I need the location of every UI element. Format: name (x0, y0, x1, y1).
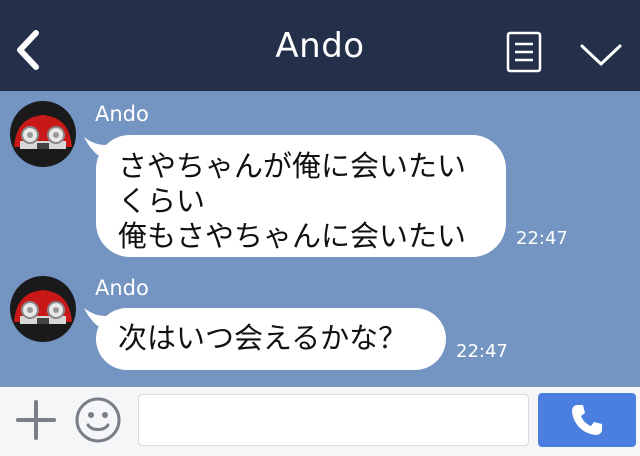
plus-icon (16, 400, 56, 440)
sender-name: Ando (95, 102, 149, 126)
message-time: 22:47 (516, 228, 568, 249)
document-icon (506, 31, 542, 73)
phone-icon (572, 405, 602, 435)
emoji-button[interactable] (74, 396, 122, 444)
sender-name: Ando (95, 276, 149, 300)
car-avatar-icon (10, 101, 76, 167)
message-input[interactable] (138, 394, 529, 446)
message-time: 22:47 (456, 341, 508, 362)
chat-area[interactable]: Ando さやちゃんが俺に会いたい くらい 俺もさやちゃんに会いたい 22:47 (0, 91, 640, 387)
dropdown-button[interactable] (578, 38, 624, 70)
add-button[interactable] (14, 398, 58, 442)
avatar[interactable] (10, 101, 76, 167)
message-text-line: さやちゃんが俺に会いたい (118, 149, 467, 183)
message-bubble[interactable]: 次はいつ会えるかな？ (96, 308, 446, 370)
chat-header: Ando (0, 0, 640, 91)
car-avatar-icon (10, 276, 76, 342)
message-text-line: 次はいつ会えるかな？ (118, 321, 408, 355)
smiley-icon (75, 397, 121, 443)
chat-title: Ando (275, 26, 365, 66)
message-text-line: 俺もさやちゃんに会いたい (118, 219, 467, 253)
chevron-down-icon (580, 44, 622, 66)
call-button[interactable] (538, 393, 636, 447)
avatar[interactable] (10, 276, 76, 342)
message-bubble[interactable]: さやちゃんが俺に会いたい くらい 俺もさやちゃんに会いたい (96, 135, 506, 257)
message-text-line: くらい (118, 184, 206, 218)
notes-button[interactable] (505, 30, 543, 74)
